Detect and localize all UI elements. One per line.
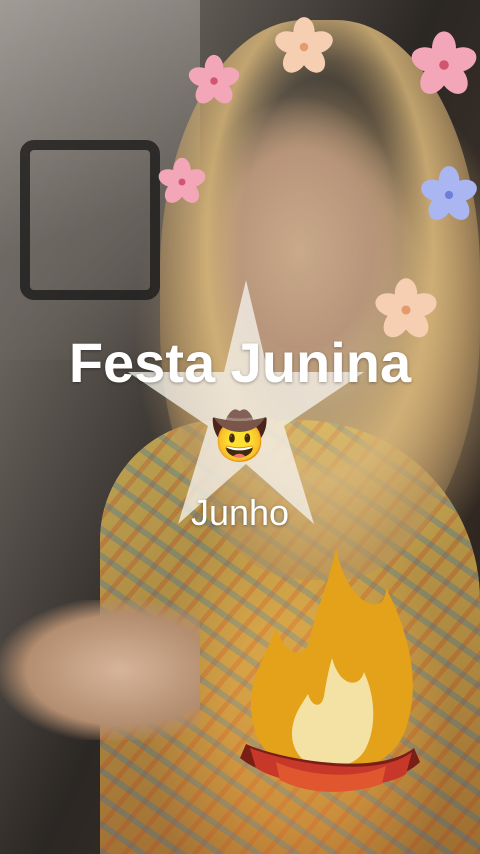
story-subtitle: Junho	[190, 492, 290, 533]
flower-icon	[188, 54, 240, 104]
flower-icon	[411, 31, 477, 94]
story-title: Festa Junina	[68, 331, 412, 394]
photo-arm	[0, 600, 200, 740]
campfire-icon	[240, 548, 420, 792]
flower-icon	[158, 157, 206, 203]
flower-icon	[421, 166, 477, 220]
photo-chair	[20, 140, 160, 300]
star-icon	[128, 280, 364, 524]
cowboy-emoji-icon: 🤠	[211, 410, 269, 462]
story-canvas: Festa Junina 🤠 Junho	[0, 0, 480, 854]
flower-icon	[275, 17, 333, 73]
